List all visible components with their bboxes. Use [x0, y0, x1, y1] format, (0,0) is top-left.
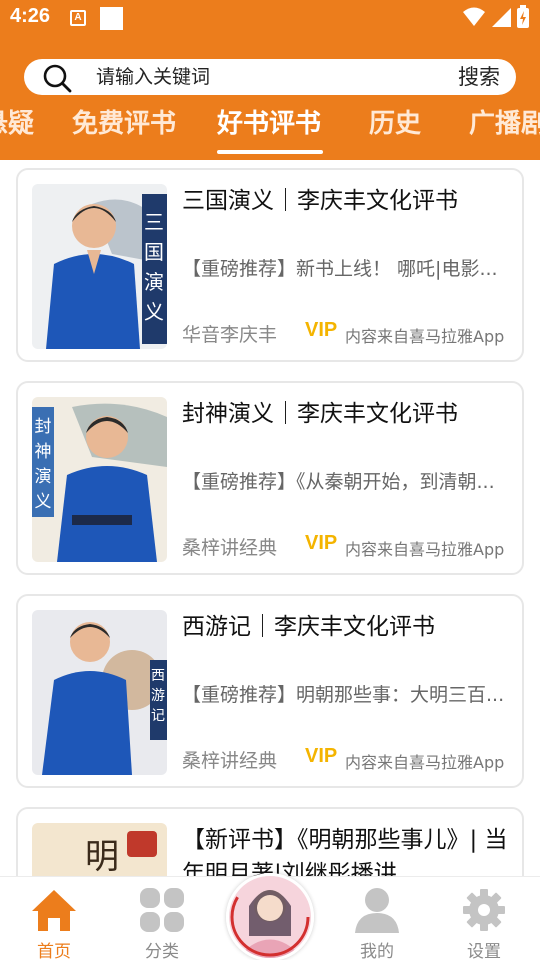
svg-text:游: 游	[151, 688, 165, 704]
vip-badge: VIP	[305, 745, 338, 767]
nav-profile[interactable]: 我的	[327, 877, 427, 960]
nav-profile-label: 我的	[360, 942, 394, 960]
book-cover-image: 三 国 演 义	[32, 184, 167, 349]
status-time: 4:26	[10, 5, 51, 27]
book-list[interactable]: 三 国 演 义 三国演义｜李庆丰文化评书 【重磅推荐】新书上线！ 哪吒|电影..…	[0, 160, 540, 876]
tab-radio-drama[interactable]: 广播剧	[469, 104, 540, 150]
book-card[interactable]: 封 神 演 义 封神演义｜李庆丰文化评书 【重磅推荐】《从秦朝开始，到清朝...…	[16, 381, 524, 575]
svg-text:神: 神	[35, 442, 52, 462]
gear-icon	[463, 889, 505, 931]
featured-cover-image	[229, 876, 311, 958]
user-icon	[355, 888, 399, 933]
nav-settings[interactable]: 设置	[434, 877, 534, 960]
search-icon	[43, 64, 72, 93]
book-card[interactable]: 明 朝 【新评书】《明朝那些事儿》| 当年明月著|刘继彤播讲	[16, 807, 524, 876]
nav-settings-label: 设置	[467, 942, 501, 960]
app-header: 4:26 A 请输入关键词 搜索 悬疑 免费评书 好书评书 历史 广播剧	[0, 0, 540, 160]
search-input[interactable]: 请输入关键词	[96, 59, 210, 95]
svg-text:西: 西	[151, 668, 165, 684]
tab-free-pingshu[interactable]: 免费评书	[72, 104, 176, 150]
wifi-icon	[463, 7, 485, 26]
content-source: 内容来自喜马拉雅App	[345, 540, 505, 559]
svg-text:记: 记	[151, 708, 165, 724]
vip-badge: VIP	[305, 532, 338, 554]
book-title: 西游记｜李庆丰文化评书	[182, 614, 435, 640]
search-button[interactable]: 搜索	[458, 59, 500, 95]
book-author: 桑梓讲经典	[182, 537, 278, 559]
book-cover-image: 西 游 记	[32, 610, 167, 775]
book-title: 【新评书】《明朝那些事儿》| 当年明月著|刘继彤播讲	[182, 827, 508, 876]
book-description: 【重磅推荐】《从秦朝开始，到清朝...	[182, 471, 495, 493]
book-title: 封神演义｜李庆丰文化评书	[182, 401, 458, 427]
book-author: 桑梓讲经典	[182, 750, 278, 772]
book-description: 【重磅推荐】新书上线！ 哪吒|电影...	[182, 258, 498, 280]
svg-text:演: 演	[35, 467, 52, 487]
nav-home-label: 首页	[37, 942, 71, 960]
content-source: 内容来自喜马拉雅App	[345, 753, 505, 772]
book-card[interactable]: 西 游 记 西游记｜李庆丰文化评书 【重磅推荐】明朝那些事：大明三百... 桑梓…	[16, 594, 524, 788]
search-bar[interactable]: 请输入关键词 搜索	[24, 59, 516, 95]
book-description: 【重磅推荐】明朝那些事：大明三百...	[182, 684, 505, 706]
content-source: 内容来自喜马拉雅App	[345, 327, 505, 346]
book-cover-image: 封 神 演 义	[32, 397, 167, 562]
notification-a-icon: A	[70, 10, 86, 26]
cover-title: 三	[144, 210, 164, 234]
book-author: 华音李庆丰	[182, 324, 278, 346]
active-tab-indicator	[217, 150, 323, 154]
cell-signal-icon	[492, 8, 511, 27]
vip-badge: VIP	[305, 319, 338, 341]
svg-text:义: 义	[144, 300, 164, 324]
tab-suspense[interactable]: 悬疑	[0, 104, 34, 150]
svg-text:国: 国	[144, 240, 164, 264]
nav-category-label: 分类	[145, 942, 179, 960]
center-featured-disc[interactable]	[226, 873, 314, 960]
book-title: 三国演义｜李庆丰文化评书	[182, 188, 458, 214]
tab-history[interactable]: 历史	[369, 104, 421, 150]
status-bar: 4:26 A	[0, 0, 540, 36]
notification-square-icon	[100, 7, 123, 30]
book-cover-image: 明 朝	[32, 823, 167, 876]
svg-text:义: 义	[35, 492, 52, 512]
book-card[interactable]: 三 国 演 义 三国演义｜李庆丰文化评书 【重磅推荐】新书上线！ 哪吒|电影..…	[16, 168, 524, 362]
home-icon	[32, 890, 76, 931]
svg-text:演: 演	[144, 270, 164, 294]
svg-text:封: 封	[35, 417, 52, 437]
tab-good-pingshu[interactable]: 好书评书	[217, 104, 321, 150]
grid-icon	[140, 888, 184, 932]
nav-home[interactable]: 首页	[4, 877, 104, 960]
nav-category[interactable]: 分类	[112, 877, 212, 960]
battery-icon	[517, 5, 529, 28]
bottom-navigation: 首页 分类 我的 设置	[0, 873, 540, 960]
svg-text:明: 明	[85, 837, 119, 876]
